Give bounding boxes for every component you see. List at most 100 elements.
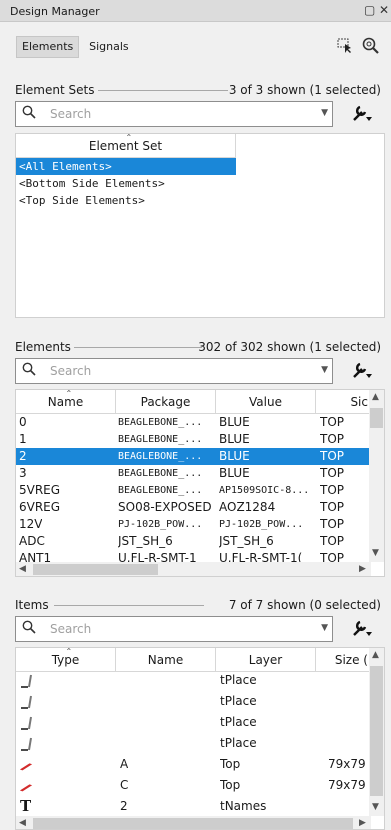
table-row[interactable]: tPlace — [16, 691, 371, 712]
chevron-down-icon[interactable]: ▼ — [321, 623, 328, 633]
wire-icon — [21, 716, 32, 730]
smd-pad-icon — [19, 763, 33, 771]
table-row[interactable]: 12V PJ-102B_POW... PJ-102B_POW... TOP — [16, 516, 371, 533]
cell-layer: tPlace — [220, 736, 257, 750]
wrench-icon[interactable] — [352, 361, 374, 381]
cell-layer: Top — [220, 757, 241, 771]
search-placeholder: Search — [50, 364, 92, 378]
cell-size: 79x79 ( — [328, 757, 375, 771]
cell-side: TOP — [320, 517, 345, 531]
search-placeholder: Search — [50, 622, 92, 636]
scroll-thumb[interactable] — [370, 408, 383, 428]
cell-package: PJ-102B_POW... — [118, 519, 203, 530]
column-header-type[interactable]: ⌃ Type — [16, 648, 116, 672]
scroll-up-icon[interactable]: ▲ — [372, 392, 379, 402]
cell-name: ADC — [19, 534, 45, 548]
table-row[interactable]: 2 BEAGLEBONE_... BLUE TOP — [16, 448, 371, 465]
scroll-down-icon[interactable]: ▼ — [372, 548, 379, 558]
cell-side: TOP — [320, 415, 345, 429]
cell-name: 3 — [19, 466, 27, 480]
title-bar: Design Manager ▢ ✕ — [0, 0, 391, 22]
list-item[interactable]: <Top Side Elements> — [16, 192, 236, 209]
elements-count: 302 of 302 shown (1 selected) — [198, 340, 381, 354]
cell-layer: tPlace — [220, 694, 257, 708]
chevron-down-icon[interactable]: ▼ — [321, 365, 328, 375]
vertical-scrollbar[interactable]: ▲ ▼ — [369, 648, 384, 816]
column-header-package[interactable]: Package — [116, 390, 216, 414]
table-row[interactable]: tPlace — [16, 712, 371, 733]
wire-icon — [21, 695, 32, 709]
cell-name: 6VREG — [19, 500, 61, 514]
cell-side: TOP — [320, 534, 345, 548]
horizontal-scrollbar[interactable]: ◀ ▶ — [16, 562, 371, 576]
chevron-down-icon[interactable]: ▼ — [321, 108, 328, 118]
table-row[interactable]: C Top 79x79 ( — [16, 775, 374, 796]
column-header-side[interactable]: Sic — [316, 390, 371, 414]
scroll-left-icon[interactable]: ◀ — [19, 818, 26, 828]
list-item-label: <All Elements> — [19, 160, 112, 173]
scroll-thumb[interactable] — [370, 666, 383, 796]
window-title: Design Manager — [10, 5, 100, 18]
column-label: Value — [249, 395, 282, 409]
column-header-value[interactable]: Value — [216, 390, 316, 414]
cell-side: TOP — [320, 466, 345, 480]
element-sets-count: 3 of 3 shown (1 selected) — [228, 83, 381, 97]
cell-value: BLUE — [219, 432, 250, 446]
table-row[interactable]: 5VREG BEAGLEBONE_... AP1509SOIC-8... TOP — [16, 482, 371, 499]
cell-layer: tPlace — [220, 715, 257, 729]
column-header-layer[interactable]: Layer — [216, 648, 316, 672]
scroll-right-icon[interactable]: ▶ — [359, 818, 366, 828]
cell-name: 1 — [19, 432, 27, 446]
table-row[interactable]: 1 BEAGLEBONE_... BLUE TOP — [16, 431, 371, 448]
cell-side: TOP — [320, 500, 345, 514]
element-sets-label: Element Sets — [15, 83, 95, 97]
table-row[interactable]: T 2 tNames — [16, 796, 371, 817]
wire-icon — [21, 674, 32, 688]
table-row[interactable]: A Top 79x79 ( — [16, 754, 375, 775]
table-row[interactable]: 6VREG SO08-EXPOSED AOZ1284 TOP — [16, 499, 371, 516]
column-label: Sic — [350, 395, 368, 409]
table-row[interactable]: 3 BEAGLEBONE_... BLUE TOP — [16, 465, 371, 482]
cell-package: JST_SH_6 — [118, 534, 173, 548]
table-row[interactable]: 0 BEAGLEBONE_... BLUE TOP — [16, 414, 371, 431]
elements-search-input[interactable]: Search ▼ — [15, 358, 333, 384]
close-icon[interactable]: ✕ — [379, 3, 389, 17]
sort-icon: ⌃ — [65, 647, 73, 656]
tab-signals[interactable]: Signals — [83, 36, 135, 58]
table-row[interactable]: ADC JST_SH_6 JST_SH_6 TOP — [16, 533, 371, 550]
scroll-down-icon[interactable]: ▼ — [372, 802, 379, 812]
column-header-name[interactable]: Name — [116, 648, 216, 672]
scroll-up-icon[interactable]: ▲ — [372, 650, 379, 660]
items-label: Items — [15, 598, 49, 612]
cell-name: 2 — [19, 449, 27, 463]
column-header-element-set[interactable]: ⌃ Element Set — [16, 134, 236, 158]
column-header-name[interactable]: ⌃ Name — [16, 390, 116, 414]
cell-layer: Top — [220, 778, 241, 792]
table-row[interactable]: tPlace — [16, 733, 371, 754]
elements-label: Elements — [15, 340, 71, 354]
search-icon — [22, 362, 36, 376]
scroll-thumb[interactable] — [33, 564, 158, 575]
sort-icon: ⌃ — [125, 133, 133, 142]
cell-name: 0 — [19, 415, 27, 429]
scroll-thumb[interactable] — [33, 818, 353, 829]
scroll-left-icon[interactable]: ◀ — [19, 564, 26, 574]
column-header-size[interactable]: Size ( — [316, 648, 371, 672]
wrench-icon[interactable] — [352, 104, 374, 124]
vertical-scrollbar[interactable]: ▲ ▼ — [369, 390, 384, 562]
select-pointer-icon[interactable] — [337, 38, 353, 54]
tab-elements[interactable]: Elements — [16, 36, 80, 58]
element-sets-search-input[interactable]: Search ▼ — [15, 101, 333, 127]
list-item[interactable]: <Bottom Side Elements> — [16, 175, 236, 192]
wrench-icon[interactable] — [352, 619, 374, 639]
cell-name: 2 — [120, 799, 128, 813]
zoom-icon[interactable] — [362, 37, 380, 55]
table-row[interactable]: tPlace — [16, 670, 371, 691]
sort-icon: ⌃ — [65, 389, 73, 398]
scroll-right-icon[interactable]: ▶ — [359, 564, 366, 574]
cell-name: C — [120, 778, 129, 792]
horizontal-scrollbar[interactable]: ◀ ▶ — [16, 816, 371, 829]
pin-icon[interactable]: ▢ — [364, 3, 375, 17]
items-search-input[interactable]: Search ▼ — [15, 616, 333, 642]
list-item[interactable]: <All Elements> — [16, 158, 236, 175]
